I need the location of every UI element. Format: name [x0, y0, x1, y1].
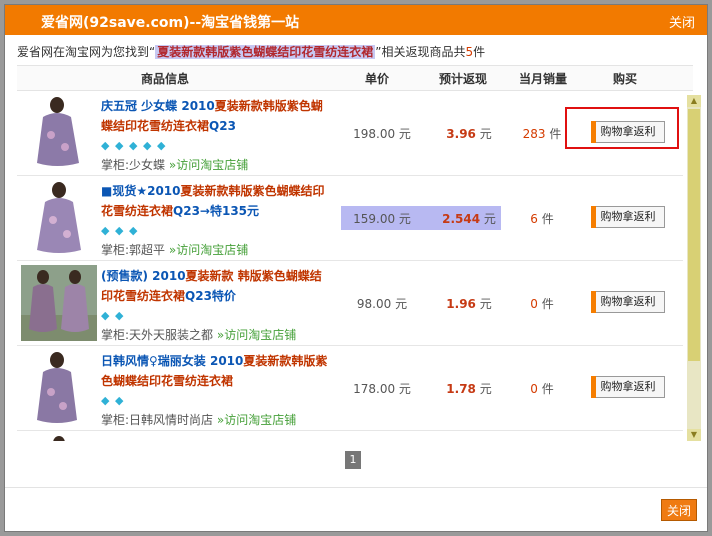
rebate: 3.96 元 — [446, 127, 492, 141]
scroll-down-icon[interactable]: ▼ — [687, 429, 701, 441]
search-summary: 爱省网在淘宝网为您找到“ 夏装新款韩版紫色蝴蝶结印花雪纺连衣裙 ”相关返现商品共5件 — [17, 43, 485, 60]
seller-name: 掌柜:郭超平 — [101, 243, 166, 257]
price: 178.00 元 — [353, 382, 411, 396]
product-info: 庆五冠 少女蝶 2010夏装新款韩版紫色蝴蝶结印花雪纺连衣裙Q23 ◆ ◆ ◆ ◆ ◆ … — [101, 96, 331, 174]
close-link[interactable]: 关闭 — [669, 12, 695, 31]
diamond-icon: ◆ — [157, 139, 166, 152]
table-row: (预售款) 2010夏装新款 韩版紫色蝴蝶结印花雪纺连衣裙Q23特价 ◆ ◆ 掌柜… — [17, 261, 683, 346]
seller-line: 掌柜:少女蝶 »访问淘宝店铺 — [101, 156, 331, 174]
product-image[interactable] — [21, 180, 97, 256]
diamond-icon: ◆ — [101, 394, 110, 407]
diamond-icon: ◆ — [115, 309, 124, 322]
table-row: ■现货★2010夏装新款韩版紫色蝴蝶结印花雪纺连衣裙Q23→特135元 ◆ ◆ ◆ … — [17, 176, 683, 261]
product-title[interactable]: ■现货★2010夏装新款韩版紫色蝴蝶结印花雪纺连衣裙Q23→特135元 — [101, 181, 331, 221]
visit-shop-link[interactable]: »访问淘宝店铺 — [217, 328, 296, 342]
buy-rebate-button[interactable]: 购物拿返利 — [591, 291, 665, 313]
diamond-icon: ◆ — [101, 224, 110, 237]
rebate: 2.544 元 — [442, 212, 496, 226]
visit-shop-link[interactable]: »访问淘宝店铺 — [169, 158, 248, 172]
scroll-up-icon[interactable]: ▲ — [687, 95, 701, 107]
seller-name: 掌柜:少女蝶 — [101, 158, 166, 172]
scrollbar[interactable]: ▲ ▼ — [687, 95, 701, 441]
buy-rebate-button[interactable]: 购物拿返利 — [591, 206, 665, 228]
diamond-icon: ◆ — [101, 139, 110, 152]
table-row: 日韩风情♀瑞丽女装 2010夏装新款韩版紫色蝴蝶结印花雪纺连衣裙 ◆ ◆ 掌柜:日… — [17, 346, 683, 431]
rebate: 1.96 元 — [446, 297, 492, 311]
col-sales: 当月销量 — [519, 72, 568, 86]
summary-suffix: 件 — [473, 45, 486, 59]
product-title[interactable]: 庆五冠 少女蝶 2010夏装新款韩版紫色蝴蝶结印花雪纺连衣裙Q23 — [101, 96, 331, 136]
monthly-sales: 283 件 — [522, 127, 562, 141]
summary-prefix: 爱省网在淘宝网为您找到“ — [17, 45, 156, 59]
seller-line: 掌柜:日韩风情时尚店 »访问淘宝店铺 — [101, 411, 331, 429]
buy-rebate-button[interactable]: 购物拿返利 — [591, 376, 665, 398]
price: 159.00 元 — [353, 212, 411, 226]
seller-rating: ◆ ◆ ◆ — [101, 223, 331, 239]
seller-line: 掌柜:郭超平 »访问淘宝店铺 — [101, 241, 331, 259]
diamond-icon: ◆ — [129, 224, 138, 237]
dialog-title: 爱省网(92save.com)--淘宝省钱第一站 — [41, 15, 300, 31]
col-price: 单价 — [365, 72, 390, 86]
summary-count: 5 — [465, 45, 474, 59]
diamond-icon: ◆ — [115, 139, 124, 152]
close-button[interactable]: 关闭 — [661, 499, 697, 521]
diamond-icon: ◆ — [115, 224, 124, 237]
summary-middle: ”相关返现商品共 — [375, 45, 466, 59]
product-image[interactable] — [21, 435, 97, 441]
product-title[interactable]: 日韩风情♀瑞丽女装 2010夏装新款韩版紫色蝴蝶结印花雪纺连衣裙 — [101, 351, 331, 391]
product-title[interactable]: (预售款) 2010夏装新款 韩版紫色蝴蝶结印花雪纺连衣裙Q23特价 — [101, 266, 331, 306]
dialog-titlebar: 爱省网(92save.com)--淘宝省钱第一站 关闭 — [5, 5, 707, 35]
table-row — [17, 431, 683, 441]
table-header: 商品信息 单价 预计返现 当月销量 购买 — [17, 65, 693, 91]
scroll-thumb[interactable] — [688, 109, 700, 361]
summary-keyword: 夏装新款韩版紫色蝴蝶结印花雪纺连衣裙 — [155, 45, 376, 59]
monthly-sales: 0 件 — [530, 382, 554, 396]
col-buy: 购买 — [613, 72, 638, 86]
seller-rating: ◆ ◆ — [101, 308, 331, 324]
seller-rating: ◆ ◆ — [101, 393, 331, 409]
visit-shop-link[interactable]: »访问淘宝店铺 — [169, 243, 248, 257]
footer-divider — [5, 487, 707, 488]
diamond-icon: ◆ — [129, 139, 138, 152]
product-info: ■现货★2010夏装新款韩版紫色蝴蝶结印花雪纺连衣裙Q23→特135元 ◆ ◆ ◆ … — [101, 181, 331, 259]
page-number[interactable]: 1 — [345, 451, 361, 469]
product-image[interactable] — [21, 265, 97, 341]
rebate: 1.78 元 — [446, 382, 492, 396]
product-image[interactable] — [21, 95, 97, 171]
seller-name: 掌柜:天外天服装之都 — [101, 328, 214, 342]
diamond-icon: ◆ — [101, 309, 110, 322]
price: 98.00 元 — [356, 297, 408, 311]
visit-shop-link[interactable]: »访问淘宝店铺 — [217, 413, 296, 427]
diamond-icon: ◆ — [143, 139, 152, 152]
seller-name: 掌柜:日韩风情时尚店 — [101, 413, 214, 427]
col-info: 商品信息 — [141, 72, 190, 86]
monthly-sales: 0 件 — [530, 297, 554, 311]
price: 198.00 元 — [353, 127, 411, 141]
product-image[interactable] — [21, 350, 97, 426]
rebate-dialog: 爱省网(92save.com)--淘宝省钱第一站 关闭 爱省网在淘宝网为您找到“… — [4, 4, 708, 532]
col-rebate: 预计返现 — [439, 72, 488, 86]
monthly-sales: 6 件 — [530, 212, 554, 226]
diamond-icon: ◆ — [115, 394, 124, 407]
product-info: 日韩风情♀瑞丽女装 2010夏装新款韩版紫色蝴蝶结印花雪纺连衣裙 ◆ ◆ 掌柜:日… — [101, 351, 331, 429]
product-info: (预售款) 2010夏装新款 韩版紫色蝴蝶结印花雪纺连衣裙Q23特价 ◆ ◆ 掌柜… — [101, 266, 331, 344]
selection-highlight-box — [565, 107, 679, 149]
seller-line: 掌柜:天外天服装之都 »访问淘宝店铺 — [101, 326, 331, 344]
seller-rating: ◆ ◆ ◆ ◆ ◆ — [101, 138, 331, 154]
